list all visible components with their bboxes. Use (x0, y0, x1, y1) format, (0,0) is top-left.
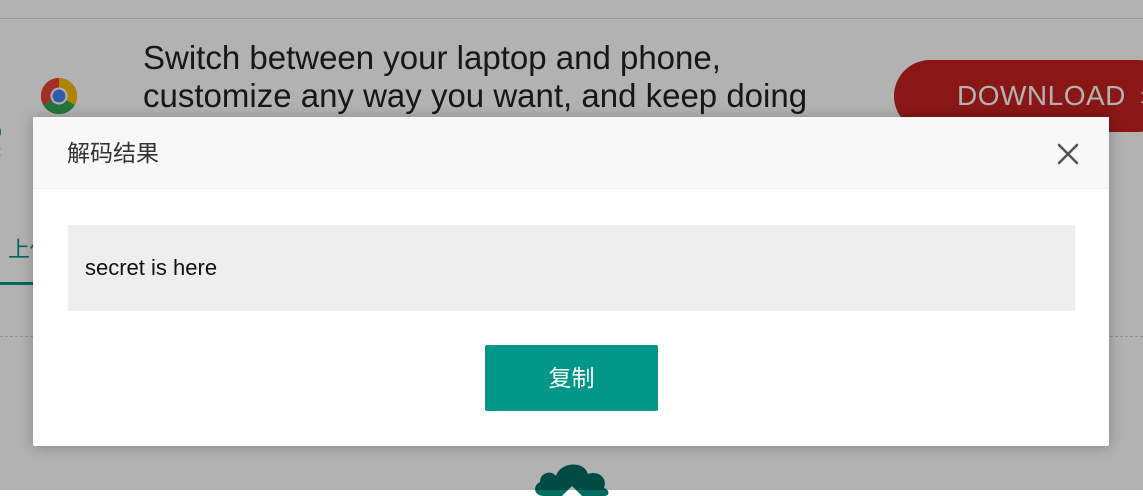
dialog-header: 解码结果 (33, 117, 1109, 189)
close-icon[interactable] (1055, 141, 1081, 167)
dialog-title: 解码结果 (67, 140, 159, 166)
result-text: secret is here (68, 225, 1075, 311)
decode-result-dialog: 解码结果 secret is here 复制 (33, 117, 1109, 446)
copy-button[interactable]: 复制 (485, 345, 658, 411)
